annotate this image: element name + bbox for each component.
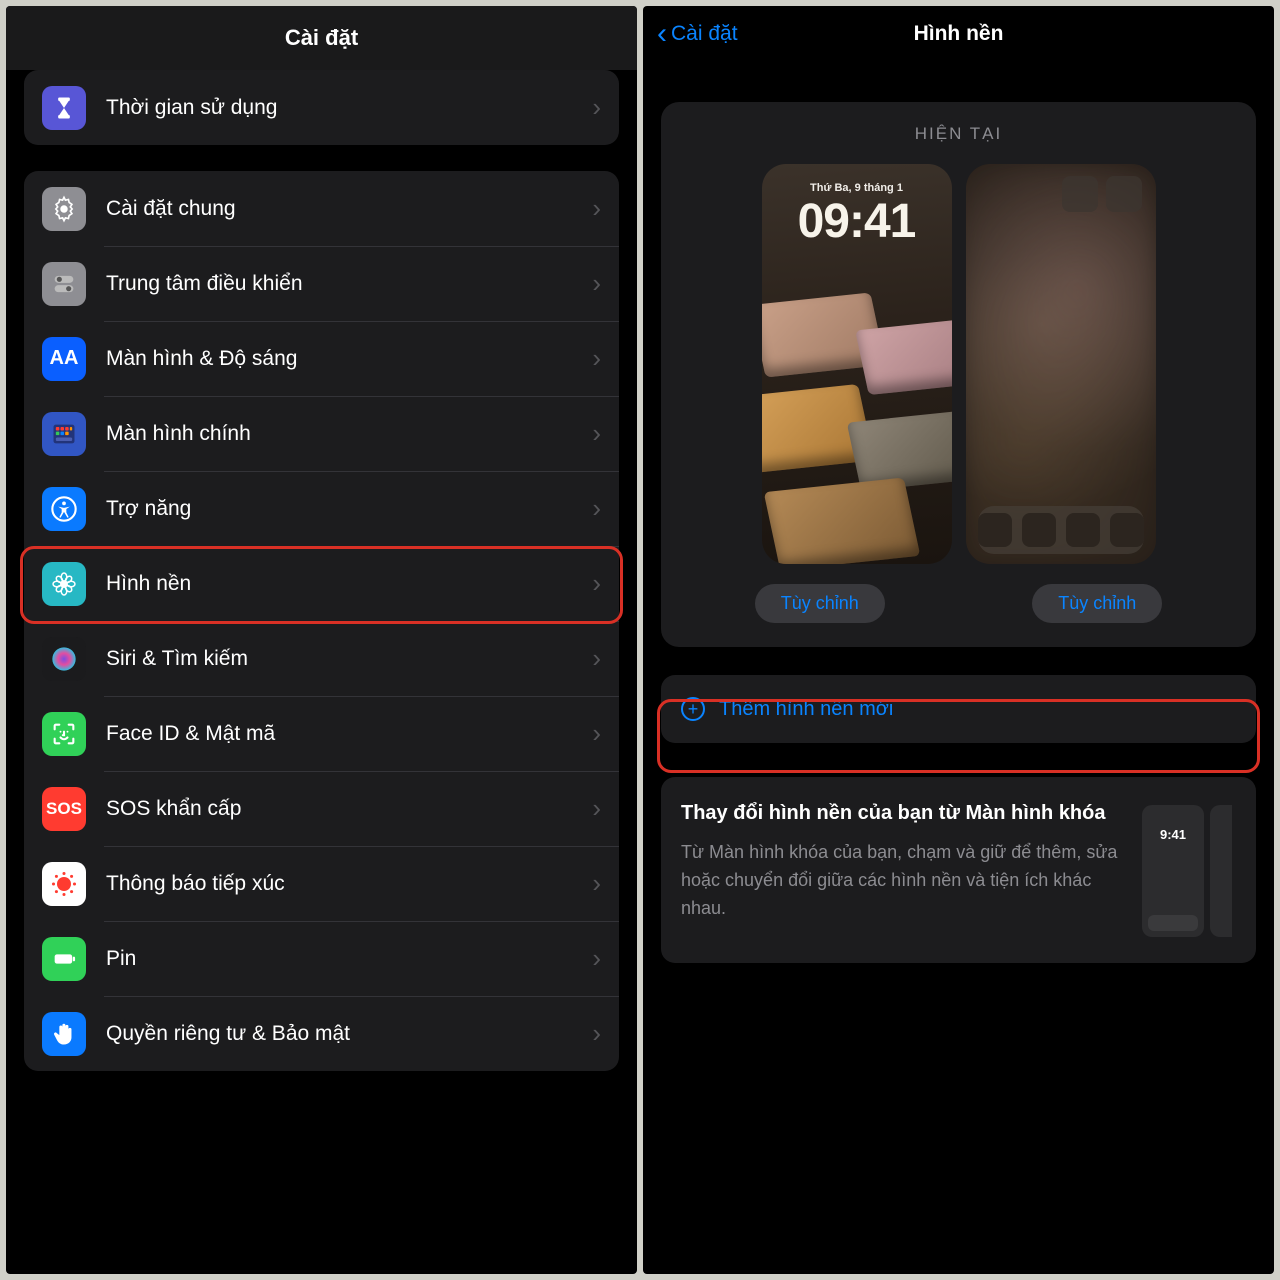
chevron-right-icon: ›: [592, 943, 601, 974]
row-label: Trung tâm điều khiển: [106, 272, 592, 296]
row-label: Trợ năng: [106, 497, 592, 521]
homescreen-preview[interactable]: [966, 164, 1156, 564]
settings-group-screentime: Thời gian sử dụng ›: [24, 70, 619, 145]
current-wallpaper-card: HIỆN TẠI Thứ Ba, 9 tháng 1 09:41 Tùy chỉ…: [661, 102, 1256, 647]
row-access[interactable]: Trợ năng ›: [24, 471, 619, 546]
row-flower[interactable]: Hình nền ›: [24, 546, 619, 621]
exposure-icon: [42, 862, 86, 906]
row-label: Pin: [106, 947, 592, 971]
row-hand[interactable]: Quyền riêng tư & Bảo mật ›: [24, 996, 619, 1071]
customize-lock-button[interactable]: Tùy chỉnh: [755, 584, 885, 623]
hourglass-icon: [42, 86, 86, 130]
row-battery[interactable]: Pin ›: [24, 921, 619, 996]
flower-icon: [42, 562, 86, 606]
battery-icon: [42, 937, 86, 981]
chevron-right-icon: ›: [592, 643, 601, 674]
row-label: Face ID & Mật mã: [106, 722, 592, 746]
home-dock: [978, 506, 1144, 554]
row-switches[interactable]: Trung tâm điều khiển ›: [24, 246, 619, 321]
row-aa[interactable]: AA Màn hình & Độ sáng ›: [24, 321, 619, 396]
gear-icon: [42, 187, 86, 231]
chevron-right-icon: ›: [592, 1018, 601, 1049]
chevron-right-icon: ›: [592, 568, 601, 599]
chevron-right-icon: ›: [592, 493, 601, 524]
row-label: Siri & Tìm kiếm: [106, 647, 592, 671]
wallpaper-previews: Thứ Ba, 9 tháng 1 09:41: [681, 164, 1236, 564]
info-illustration: 9:41: [1142, 799, 1236, 937]
chevron-right-icon: ›: [592, 193, 601, 224]
row-grid[interactable]: Màn hình chính ›: [24, 396, 619, 471]
lockscreen-preview[interactable]: Thứ Ba, 9 tháng 1 09:41: [762, 164, 952, 564]
chevron-right-icon: ›: [592, 268, 601, 299]
wallpaper-image: [762, 284, 952, 554]
add-wallpaper-label: Thêm hình nền mới: [719, 698, 893, 721]
row-screen-time[interactable]: Thời gian sử dụng ›: [24, 70, 619, 145]
section-title-current: HIỆN TẠI: [681, 124, 1236, 144]
customize-home-button[interactable]: Tùy chỉnh: [1032, 584, 1162, 623]
back-button[interactable]: ‹ Cài đặt: [657, 17, 738, 51]
info-body: Từ Màn hình khóa của bạn, chạm và giữ để…: [681, 839, 1122, 923]
page-title: Cài đặt: [6, 6, 637, 70]
faceid-icon: [42, 712, 86, 756]
add-wallpaper-button[interactable]: + Thêm hình nền mới: [661, 675, 1256, 743]
row-label: Quyền riêng tư & Bảo mật: [106, 1022, 592, 1046]
info-title: Thay đổi hình nền của bạn từ Màn hình kh…: [681, 799, 1122, 827]
grid-icon: [42, 412, 86, 456]
chevron-left-icon: ‹: [657, 17, 667, 51]
sos-icon: SOS: [42, 787, 86, 831]
lockscreen-date: Thứ Ba, 9 tháng 1: [810, 182, 903, 194]
row-label: SOS khẩn cấp: [106, 797, 592, 821]
row-label: Màn hình chính: [106, 422, 592, 446]
info-card: Thay đổi hình nền của bạn từ Màn hình kh…: [661, 777, 1256, 963]
chevron-right-icon: ›: [592, 718, 601, 749]
chevron-right-icon: ›: [592, 868, 601, 899]
settings-group-main: Cài đặt chung › Trung tâm điều khiển ›AA…: [24, 171, 619, 1071]
home-app-icons: [1062, 176, 1142, 212]
chevron-right-icon: ›: [592, 92, 601, 123]
back-label: Cài đặt: [671, 22, 738, 46]
settings-list-pane: Cài đặt Thời gian sử dụng › Cài đặt chun…: [6, 6, 637, 1274]
siri-icon: [42, 637, 86, 681]
plus-circle-icon: +: [681, 697, 705, 721]
hand-icon: [42, 1012, 86, 1056]
row-label: Thông báo tiếp xúc: [106, 872, 592, 896]
row-exposure[interactable]: Thông báo tiếp xúc ›: [24, 846, 619, 921]
row-label: Thời gian sử dụng: [106, 96, 592, 120]
chevron-right-icon: ›: [592, 343, 601, 374]
lockscreen-time: 09:41: [798, 194, 916, 249]
chevron-right-icon: ›: [592, 793, 601, 824]
row-label: Hình nền: [106, 572, 592, 596]
mini-time: 9:41: [1160, 827, 1186, 842]
aa-icon: AA: [42, 337, 86, 381]
row-siri[interactable]: Siri & Tìm kiếm ›: [24, 621, 619, 696]
row-gear[interactable]: Cài đặt chung ›: [24, 171, 619, 246]
row-label: Màn hình & Độ sáng: [106, 347, 592, 371]
chevron-right-icon: ›: [592, 418, 601, 449]
row-label: Cài đặt chung: [106, 197, 592, 221]
switches-icon: [42, 262, 86, 306]
row-faceid[interactable]: Face ID & Mật mã ›: [24, 696, 619, 771]
nav-header: ‹ Cài đặt Hình nền: [643, 6, 1274, 62]
wallpaper-settings-pane: ‹ Cài đặt Hình nền HIỆN TẠI Thứ Ba, 9 th…: [643, 6, 1274, 1274]
access-icon: [42, 487, 86, 531]
row-sos[interactable]: SOS SOS khẩn cấp ›: [24, 771, 619, 846]
